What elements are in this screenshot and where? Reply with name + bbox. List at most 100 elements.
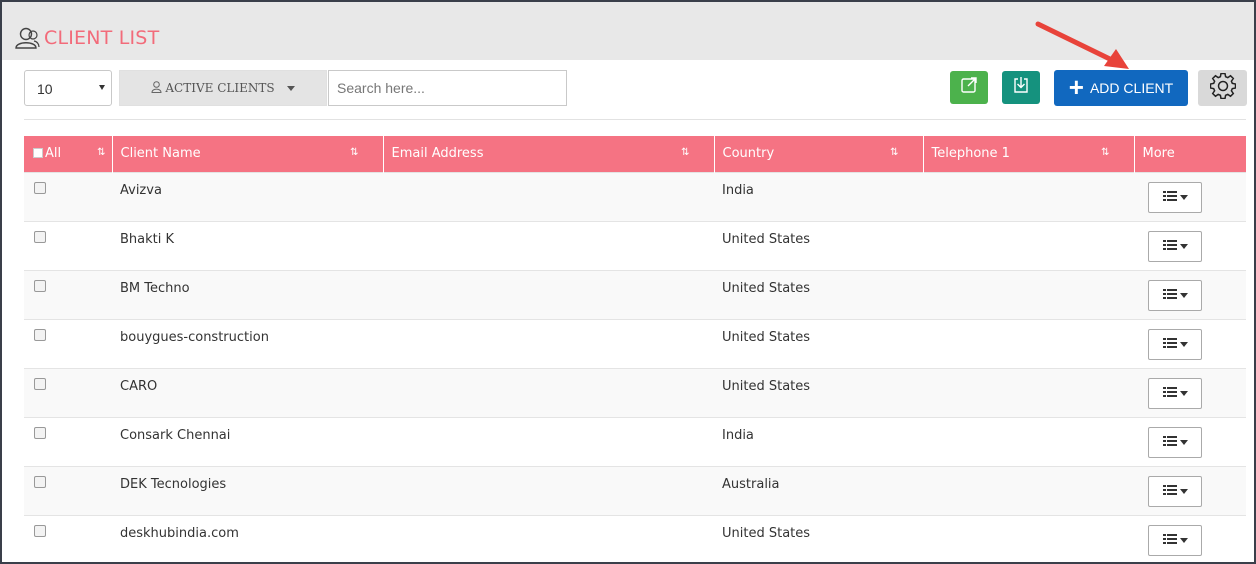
- email-cell: [383, 367, 714, 417]
- client-filter-dropdown[interactable]: ACTIVE CLIENTS: [119, 70, 327, 106]
- telephone-cell: [923, 416, 1134, 466]
- select-all-header[interactable]: All ⇅: [24, 136, 113, 172]
- row-select-cell: [24, 318, 112, 368]
- search-input[interactable]: [328, 70, 567, 106]
- row-checkbox[interactable]: [34, 377, 46, 390]
- telephone-cell: [923, 514, 1134, 562]
- select-all-checkbox[interactable]: [33, 148, 43, 159]
- telephone-cell: [923, 171, 1134, 221]
- toolbar-divider: [24, 119, 1246, 120]
- column-header-client-name[interactable]: Client Name ⇅: [112, 136, 384, 172]
- page-title: CLIENT LIST: [44, 27, 160, 49]
- row-select-cell: [24, 514, 112, 562]
- row-actions-button[interactable]: [1148, 426, 1202, 458]
- import-icon: [1011, 75, 1031, 100]
- row-checkbox[interactable]: [34, 475, 46, 488]
- telephone-cell: [923, 269, 1134, 319]
- email-cell: [383, 465, 714, 515]
- page-size-select[interactable]: 10: [24, 70, 112, 106]
- telephone-cell: [923, 367, 1134, 417]
- select-all-label: All: [45, 146, 62, 162]
- column-label: Telephone 1: [931, 146, 1010, 162]
- column-header-email[interactable]: Email Address ⇅: [383, 136, 715, 172]
- sort-icon[interactable]: ⇅: [97, 147, 106, 158]
- email-cell: [383, 171, 714, 221]
- sort-icon[interactable]: ⇅: [350, 147, 359, 158]
- email-cell: [383, 220, 714, 270]
- email-cell: [383, 269, 714, 319]
- row-checkbox[interactable]: [34, 328, 46, 341]
- row-select-cell: [24, 269, 112, 319]
- telephone-cell: [923, 465, 1134, 515]
- import-button[interactable]: [1002, 71, 1040, 104]
- toolbar: 10 ACTIVE CLIENTS + ADD CLIENT: [2, 60, 1254, 120]
- country-cell: United States: [714, 269, 923, 319]
- list-icon: [1162, 533, 1177, 548]
- row-select-cell: [24, 220, 112, 270]
- email-cell: [383, 416, 714, 466]
- filter-label: ACTIVE CLIENTS: [165, 81, 275, 95]
- table-row: Bhakti K United States: [24, 220, 1246, 270]
- country-cell: India: [714, 171, 923, 221]
- chevron-down-icon: [1179, 194, 1188, 200]
- table-row: BM Techno United States: [24, 269, 1246, 319]
- list-icon: [1162, 239, 1177, 254]
- list-icon: [1162, 288, 1177, 303]
- row-checkbox[interactable]: [34, 181, 46, 194]
- list-icon: [1162, 190, 1177, 205]
- row-actions-button[interactable]: [1148, 230, 1202, 262]
- row-actions-button[interactable]: [1148, 524, 1202, 556]
- more-cell: [1134, 416, 1246, 466]
- row-actions-button[interactable]: [1148, 279, 1202, 311]
- row-checkbox[interactable]: [34, 279, 46, 292]
- chevron-down-icon: [1179, 488, 1188, 494]
- email-cell: [383, 318, 714, 368]
- row-checkbox[interactable]: [34, 230, 46, 243]
- country-cell: United States: [714, 367, 923, 417]
- client-table: All ⇅ Client Name ⇅ Email Address ⇅ Coun…: [24, 136, 1246, 562]
- telephone-cell: [923, 220, 1134, 270]
- client-name-cell[interactable]: deskhubindia.com: [112, 514, 383, 562]
- chevron-down-icon: [1179, 243, 1188, 249]
- column-label: Email Address: [391, 146, 484, 162]
- sort-icon[interactable]: ⇅: [890, 147, 899, 158]
- more-cell: [1134, 367, 1246, 417]
- sort-icon[interactable]: ⇅: [1101, 147, 1110, 158]
- country-cell: India: [714, 416, 923, 466]
- row-actions-button[interactable]: [1148, 328, 1202, 360]
- table-row: CARO United States: [24, 367, 1246, 417]
- column-header-telephone[interactable]: Telephone 1 ⇅: [923, 136, 1135, 172]
- client-name-cell[interactable]: Consark Chennai: [112, 416, 383, 466]
- sort-icon[interactable]: ⇅: [681, 147, 690, 158]
- chevron-down-icon: [1179, 390, 1188, 396]
- client-name-cell[interactable]: bouygues-construction: [112, 318, 383, 368]
- export-icon: [959, 75, 979, 100]
- client-name-cell[interactable]: Bhakti K: [112, 220, 383, 270]
- settings-button[interactable]: [1198, 70, 1247, 106]
- row-actions-button[interactable]: [1148, 475, 1202, 507]
- plus-icon: +: [1068, 72, 1084, 102]
- row-select-cell: [24, 416, 112, 466]
- client-name-cell[interactable]: DEK Tecnologies: [112, 465, 383, 515]
- more-cell: [1134, 220, 1246, 270]
- table-header-row: All ⇅ Client Name ⇅ Email Address ⇅ Coun…: [24, 136, 1246, 172]
- row-checkbox[interactable]: [34, 524, 46, 537]
- chevron-down-icon: [1179, 341, 1188, 347]
- row-actions-button[interactable]: [1148, 377, 1202, 409]
- row-checkbox[interactable]: [34, 426, 46, 439]
- add-client-button[interactable]: + ADD CLIENT: [1054, 70, 1188, 106]
- telephone-cell: [923, 318, 1134, 368]
- list-icon: [1162, 484, 1177, 499]
- add-client-label: ADD CLIENT: [1089, 80, 1174, 96]
- app-window: CLIENT LIST 10 ACTIVE CLIENTS +: [0, 0, 1256, 564]
- client-name-cell[interactable]: BM Techno: [112, 269, 383, 319]
- client-name-cell[interactable]: CARO: [112, 367, 383, 417]
- column-header-more: More: [1134, 136, 1246, 172]
- export-button[interactable]: [950, 71, 988, 104]
- column-header-country[interactable]: Country ⇅: [714, 136, 924, 172]
- client-name-cell[interactable]: Avizva: [112, 171, 383, 221]
- row-actions-button[interactable]: [1148, 181, 1202, 213]
- list-icon: [1162, 337, 1177, 352]
- table-row: DEK Tecnologies Australia: [24, 465, 1246, 515]
- table-row: deskhubindia.com United States: [24, 514, 1246, 562]
